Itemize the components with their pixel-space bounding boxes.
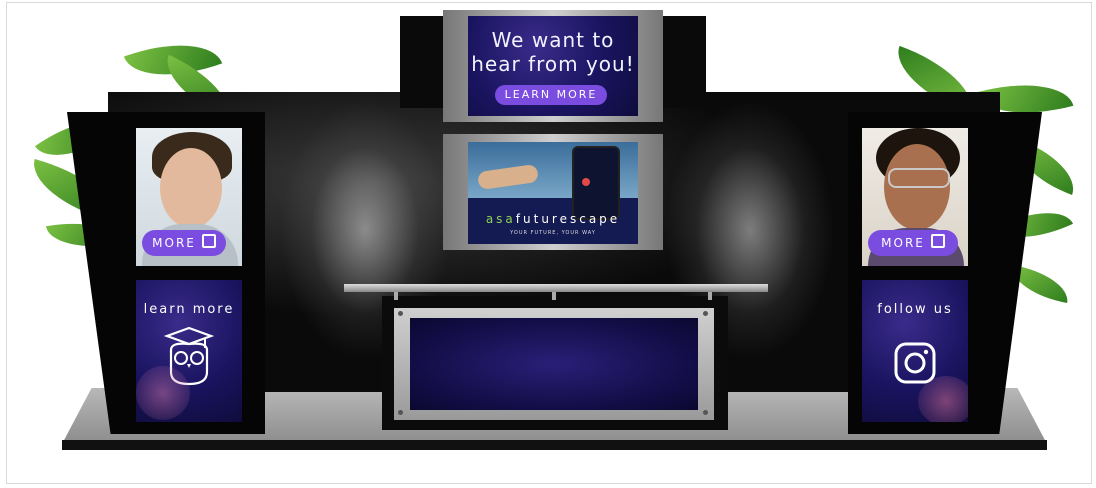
- left-more-label: MORE: [152, 236, 196, 250]
- decorative-bubble: [918, 376, 968, 422]
- brand-tagline: YOUR FUTURE, YOUR WAY: [510, 230, 596, 236]
- counter-post: [552, 292, 556, 300]
- booth-floor-edge: [62, 440, 1047, 450]
- right-photo-panel: MORE: [862, 128, 968, 266]
- follow-us-panel[interactable]: follow us: [862, 280, 968, 422]
- external-link-icon: [930, 234, 945, 248]
- headline-line-2: hear from you!: [471, 52, 635, 76]
- frame-bolt: [703, 311, 708, 316]
- counter-post: [708, 292, 712, 300]
- right-more-label: MORE: [881, 236, 925, 250]
- learn-more-button[interactable]: LEARN MORE: [495, 85, 607, 105]
- follow-us-label: follow us: [877, 302, 953, 317]
- phone-dot: [582, 178, 590, 186]
- counter-post: [394, 292, 398, 300]
- instagram-icon: [894, 342, 936, 384]
- frame-bolt: [398, 311, 403, 316]
- counter-top-shelf: [344, 284, 768, 292]
- video-screen[interactable]: asafuturescape YOUR FUTURE, YOUR WAY: [468, 142, 638, 244]
- top-screen: We want to hear from you! LEARN MORE: [468, 16, 638, 116]
- phone-image: [572, 146, 620, 220]
- frame-bolt: [703, 410, 708, 415]
- left-person-face: [160, 148, 222, 228]
- brand-name: futurescape: [515, 212, 621, 226]
- frame-bolt: [398, 410, 403, 415]
- brand-logo: asafuturescape: [468, 212, 638, 226]
- counter-screen: [410, 318, 698, 410]
- external-link-icon: [201, 234, 216, 248]
- headline-line-1: We want to: [491, 28, 615, 52]
- brand-prefix: asa: [485, 212, 516, 226]
- decorative-bubble: [136, 366, 190, 420]
- right-more-button[interactable]: MORE: [868, 230, 958, 256]
- learn-more-label: learn more: [143, 302, 235, 317]
- left-photo-panel: MORE: [136, 128, 242, 266]
- right-person-glasses: [888, 168, 950, 188]
- left-more-button[interactable]: MORE: [142, 230, 226, 256]
- learn-more-panel[interactable]: learn more: [136, 280, 242, 422]
- video-hand-image: [477, 163, 539, 191]
